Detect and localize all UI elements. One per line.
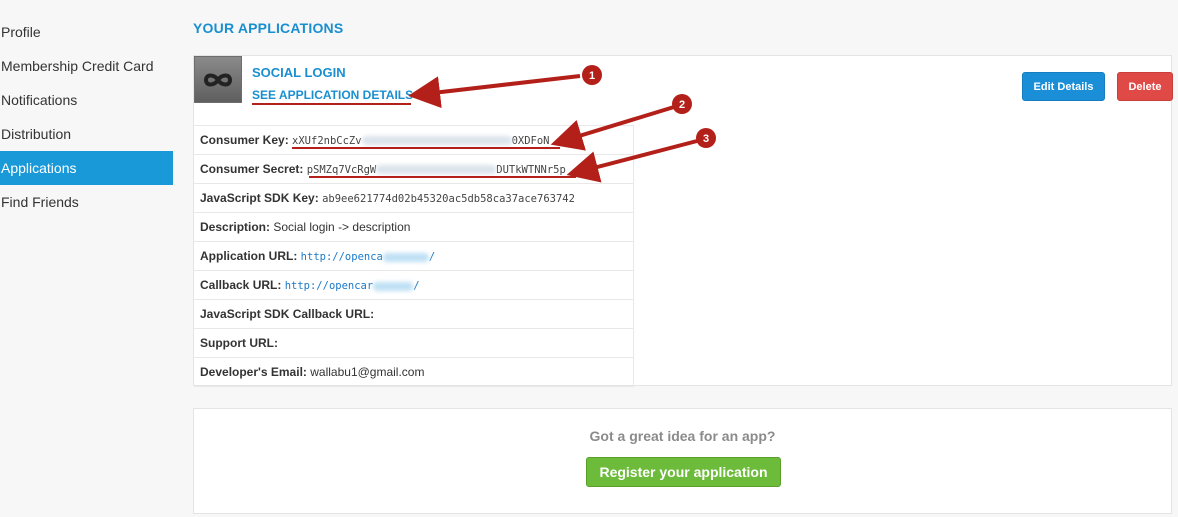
consumer-key-label: Consumer Key: xyxy=(200,133,289,147)
application-url-end: / xyxy=(428,251,436,263)
app-details-list: Consumer Key: xXUf2nbCcZv 0XDFoN Consumer… xyxy=(194,125,634,387)
redacted-blur xyxy=(373,281,414,291)
delete-button[interactable]: Delete xyxy=(1117,72,1173,101)
callback-url-link[interactable]: http://opencar / xyxy=(285,280,420,292)
edit-details-button[interactable]: Edit Details xyxy=(1022,72,1105,101)
developer-email-row: Developer's Email: wallabu1@gmail.com xyxy=(194,357,634,387)
js-sdk-callback-url-row: JavaScript SDK Callback URL: xyxy=(194,299,634,328)
js-sdk-key-label: JavaScript SDK Key: xyxy=(200,191,319,205)
application-card: SOCIAL LOGIN SEE APPLICATION DETAILS Edi… xyxy=(193,55,1173,387)
callback-url-row: Callback URL: http://opencar / xyxy=(194,270,634,299)
register-app-panel: Got a great idea for an app? Register yo… xyxy=(193,408,1172,514)
redacted-blur xyxy=(361,136,512,146)
consumer-secret-value-end: DUTkWTNNr5p xyxy=(496,164,566,176)
annotation-underline xyxy=(252,103,411,105)
description-row: Description: Social login -> description xyxy=(194,212,634,241)
consumer-key-row: Consumer Key: xXUf2nbCcZv 0XDFoN xyxy=(194,125,634,154)
consumer-secret-row: Consumer Secret: pSMZq7VcRgW DUTkWTNNr5p xyxy=(194,154,634,183)
js-sdk-key-value: ab9ee621774d02b45320ac5db58ca37ace763742 xyxy=(322,193,575,205)
consumer-key-value-end: 0XDFoN xyxy=(511,135,550,147)
page-title: YOUR APPLICATIONS xyxy=(193,20,344,36)
js-sdk-callback-url-label: JavaScript SDK Callback URL: xyxy=(200,307,375,321)
infinity-icon xyxy=(194,56,242,103)
redacted-blur xyxy=(382,252,429,262)
app-name: SOCIAL LOGIN xyxy=(252,65,346,80)
sidebar-item-membership-credit-card[interactable]: Membership Credit Card xyxy=(0,49,173,83)
sidebar-item-distribution[interactable]: Distribution xyxy=(0,117,173,151)
description-label: Description: xyxy=(200,220,271,234)
callback-url-start: http://opencar xyxy=(284,280,374,292)
support-url-label: Support URL: xyxy=(200,336,278,350)
redacted-blur xyxy=(376,165,497,175)
developer-email-label: Developer's Email: xyxy=(200,365,307,379)
consumer-secret-label: Consumer Secret: xyxy=(200,162,304,176)
callback-url-label: Callback URL: xyxy=(200,278,282,292)
js-sdk-key-row: JavaScript SDK Key: ab9ee621774d02b45320… xyxy=(194,183,634,212)
developer-email-value: wallabu1@gmail.com xyxy=(310,365,425,379)
consumer-key-value-start: xXUf2nbCcZv xyxy=(292,135,362,147)
application-url-label: Application URL: xyxy=(200,249,298,263)
sidebar-item-applications[interactable]: Applications xyxy=(0,151,173,185)
idea-prompt: Got a great idea for an app? xyxy=(589,428,776,444)
support-url-row: Support URL: xyxy=(194,328,634,357)
description-value: Social login -> description xyxy=(273,220,411,234)
application-url-row: Application URL: http://openca / xyxy=(194,241,634,270)
see-application-details-link[interactable]: SEE APPLICATION DETAILS xyxy=(252,88,413,102)
sidebar-item-profile[interactable]: Profile xyxy=(0,15,173,49)
sidebar: Profile Membership Credit Card Notificat… xyxy=(0,15,173,219)
application-url-start: http://openca xyxy=(300,251,383,263)
sidebar-item-find-friends[interactable]: Find Friends xyxy=(0,185,173,219)
register-application-button[interactable]: Register your application xyxy=(586,457,781,487)
consumer-secret-value-start: pSMZq7VcRgW xyxy=(306,164,377,176)
application-url-link[interactable]: http://openca / xyxy=(301,251,436,263)
sidebar-item-notifications[interactable]: Notifications xyxy=(0,83,173,117)
callback-url-end: / xyxy=(413,280,420,292)
